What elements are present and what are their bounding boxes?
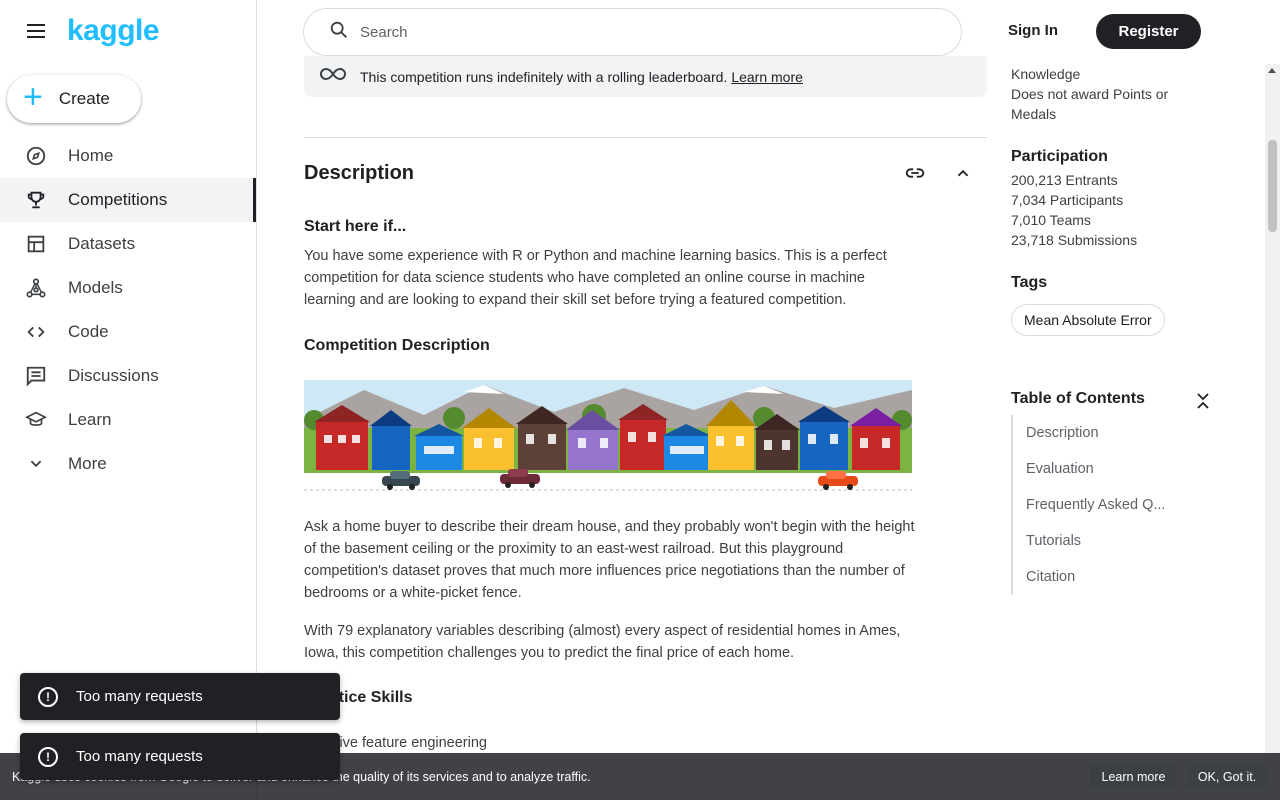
sidebar-item-label: Discussions bbox=[68, 366, 159, 385]
collapse-icon[interactable] bbox=[1194, 390, 1212, 417]
entrants-count: 200,213 Entrants bbox=[1011, 172, 1118, 188]
description-paragraph-1: Ask a home buyer to describe their dream… bbox=[304, 519, 915, 601]
compass-icon bbox=[24, 144, 48, 168]
participants-count: 7,034 Participants bbox=[1011, 192, 1124, 208]
toast-message: Too many requests bbox=[76, 688, 203, 705]
toc-list: Description Evaluation Frequently Asked … bbox=[1011, 415, 1165, 595]
cookie-learn-more-button[interactable]: Learn more bbox=[1090, 765, 1177, 788]
prize-type: Knowledge bbox=[1011, 66, 1081, 82]
table-icon bbox=[24, 232, 48, 256]
sidebar-item-label: Models bbox=[68, 278, 123, 297]
toc-item-description[interactable]: Description bbox=[1013, 415, 1165, 451]
trophy-icon bbox=[24, 188, 48, 212]
sidebar-item-label: More bbox=[68, 454, 107, 473]
banner-text: This competition runs indefinitely with … bbox=[360, 69, 803, 85]
hamburger-menu-icon[interactable] bbox=[24, 20, 48, 44]
banner-message: This competition runs indefinitely with … bbox=[360, 68, 728, 85]
sidebar-item-label: Code bbox=[68, 322, 109, 341]
sidebar-item-learn[interactable]: Learn bbox=[0, 398, 256, 442]
kaggle-logo[interactable]: kaggle bbox=[67, 14, 160, 48]
toc-item-faq[interactable]: Frequently Asked Q... bbox=[1013, 487, 1165, 523]
plus-icon: + bbox=[23, 78, 43, 116]
chevron-down-icon bbox=[24, 452, 48, 476]
toc-item-citation[interactable]: Citation bbox=[1013, 559, 1165, 595]
cookie-ok-button[interactable]: OK, Got it. bbox=[1187, 765, 1267, 788]
prize-note: Does not award Points or bbox=[1011, 86, 1169, 102]
toast-message: Too many requests bbox=[76, 748, 203, 765]
create-button-label: Create bbox=[58, 89, 110, 108]
sidebar-item-competitions[interactable]: Competitions bbox=[0, 178, 256, 222]
error-toast: ! Too many requests bbox=[20, 733, 340, 780]
toc-item-tutorials[interactable]: Tutorials bbox=[1013, 523, 1165, 559]
toc-heading: Table of Contents bbox=[1011, 390, 1145, 407]
sign-in-button[interactable]: Sign In bbox=[1008, 22, 1058, 39]
description-content: Start here if... You have some experienc… bbox=[304, 218, 914, 355]
sidebar-item-label: Learn bbox=[68, 410, 112, 429]
rolling-leaderboard-banner: This competition runs indefinitely with … bbox=[304, 56, 987, 97]
table-of-contents: Table of Contents bbox=[1011, 390, 1221, 409]
sidebar-item-home[interactable]: Home bbox=[0, 134, 256, 178]
teams-count: 7,010 Teams bbox=[1011, 212, 1091, 228]
sidebar-item-code[interactable]: Code bbox=[0, 310, 256, 354]
sidebar-item-label: Datasets bbox=[68, 234, 136, 253]
participation-heading: Participation bbox=[1011, 148, 1108, 165]
link-icon[interactable] bbox=[903, 162, 927, 184]
create-button[interactable]: + Create bbox=[7, 75, 141, 123]
prize-note-continued: Medals bbox=[1011, 106, 1057, 122]
page-scrollbar[interactable] bbox=[1265, 64, 1280, 754]
sidebar-item-discussions[interactable]: Discussions bbox=[0, 354, 256, 398]
submissions-count: 23,718 Submissions bbox=[1011, 232, 1138, 248]
start-here-text: You have some experience with R or Pytho… bbox=[304, 248, 887, 308]
sidebar-item-datasets[interactable]: Datasets bbox=[0, 222, 256, 266]
tags-heading: Tags bbox=[1011, 274, 1048, 291]
right-panel: Knowledge Does not award Points or Medal… bbox=[1011, 64, 1261, 336]
school-icon bbox=[24, 408, 48, 432]
search-icon bbox=[328, 19, 350, 46]
start-here-heading: Start here if... bbox=[304, 218, 407, 235]
sidebar-item-more[interactable]: More bbox=[0, 442, 256, 486]
scroll-up-arrow-icon[interactable] bbox=[1268, 68, 1276, 73]
competition-description-heading: Competition Description bbox=[304, 337, 490, 354]
infinity-icon bbox=[320, 66, 346, 87]
search-input[interactable] bbox=[360, 23, 920, 41]
models-icon bbox=[24, 276, 48, 300]
sidebar-item-label: Competitions bbox=[68, 190, 168, 209]
error-icon: ! bbox=[38, 686, 58, 707]
tag-chip[interactable]: Mean Absolute Error bbox=[1011, 304, 1165, 336]
toc-item-evaluation[interactable]: Evaluation bbox=[1013, 451, 1165, 487]
section-divider bbox=[304, 137, 987, 138]
error-icon: ! bbox=[38, 746, 58, 767]
register-button[interactable]: Register bbox=[1096, 14, 1201, 49]
section-title: Description bbox=[304, 162, 415, 184]
sidebar-nav: Home Competitions Datasets Models Code D… bbox=[0, 134, 256, 486]
chevron-up-icon[interactable] bbox=[951, 162, 975, 184]
scrollbar-thumb[interactable] bbox=[1268, 140, 1277, 232]
comment-icon bbox=[24, 364, 48, 388]
sidebar-item-models[interactable]: Models bbox=[0, 266, 256, 310]
code-icon bbox=[24, 320, 48, 344]
sidebar-item-label: Home bbox=[68, 146, 114, 165]
error-toast: ! Too many requests bbox=[20, 673, 340, 720]
description-paragraph-2: With 79 explanatory variables describing… bbox=[304, 623, 901, 661]
search-bar[interactable] bbox=[303, 8, 962, 56]
banner-learn-more-link[interactable]: Learn more bbox=[731, 69, 803, 85]
houses-illustration bbox=[304, 380, 912, 492]
